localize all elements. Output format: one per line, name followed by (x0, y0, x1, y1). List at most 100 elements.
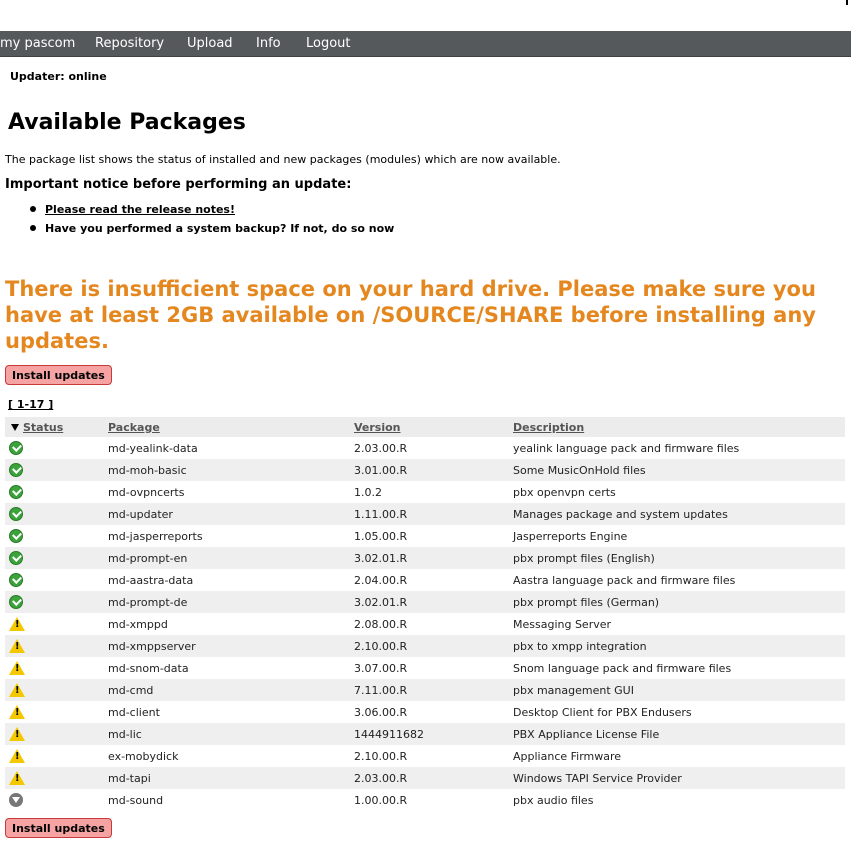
status-cell (5, 657, 108, 679)
install-updates-button-bottom[interactable]: Install updates (5, 818, 112, 838)
installed-icon (9, 485, 23, 499)
version-cell: 3.01.00.R (354, 459, 513, 481)
update-warning-icon (9, 749, 25, 763)
package-cell: md-client (108, 705, 160, 719)
installed-icon (9, 441, 23, 455)
version-cell: 3.07.00.R (354, 661, 408, 675)
version-cell: 1.0.2 (354, 485, 382, 499)
download-icon (9, 793, 23, 807)
package-cell: md-jasperreports (108, 529, 203, 543)
update-warning-icon (9, 771, 25, 785)
table-row: md-prompt-de 3.02.01.R pbx prompt files (G… (5, 591, 845, 613)
version-cell: 3.02.01.R (354, 591, 513, 613)
status-cell (5, 459, 108, 481)
description-column-header[interactable]: Description (513, 417, 845, 437)
version-cell: 2.03.00.R (354, 767, 513, 789)
package-cell: md-cmd (108, 679, 354, 701)
installed-icon (9, 551, 23, 565)
version-cell: 2.10.00.R (354, 749, 408, 763)
table-row: md-client 3.06.00.R Desktop Client for PBX… (5, 701, 845, 723)
table-row: md-jasperreports 1.05.00.R Jasperreports E… (5, 525, 845, 547)
update-warning-icon (9, 639, 25, 653)
version-cell: 2.08.00.R (354, 617, 408, 631)
table-row: md-snom-data 3.07.00.R Snom language pack … (5, 657, 845, 679)
version-cell: 1444911682 (354, 723, 513, 745)
package-cell: md-snom-data (108, 661, 189, 675)
update-warning-icon (9, 661, 25, 675)
package-cell: md-tapi (108, 767, 354, 789)
status-cell (5, 635, 108, 657)
top-edge-mark (846, 0, 848, 5)
update-warning-icon (9, 727, 25, 741)
status-cell (5, 789, 108, 811)
version-cell: 1.11.00.R (354, 503, 513, 525)
version-cell: 3.02.01.R (354, 547, 513, 569)
nav-item-upload[interactable]: Upload (187, 36, 233, 51)
version-cell: 2.10.00.R (354, 635, 513, 657)
status-cell (5, 679, 108, 701)
status-cell (5, 723, 108, 745)
nav-item-info[interactable]: Info (256, 36, 281, 51)
packages-table: Status Package Version Description md-ye… (5, 417, 845, 811)
description-cell: pbx audio files (513, 793, 594, 807)
table-row: md-aastra-data 2.04.00.R Aastra language p… (5, 569, 845, 591)
table-row: md-tapi2.03.00.RWindows TAPI Service Pro… (5, 767, 845, 789)
status-cell (5, 701, 108, 723)
installed-icon (9, 463, 23, 477)
description-cell: Some MusicOnHold files (513, 459, 845, 481)
status-cell (5, 591, 108, 613)
table-row: md-ovpncerts 1.0.2 pbx openvpn certs (5, 481, 845, 503)
status-cell (5, 481, 108, 503)
version-cell: 2.03.00.R (354, 441, 408, 455)
table-row: md-xmppserver2.10.00.Rpbx to xmpp integr… (5, 635, 845, 657)
table-row: md-sound 1.00.00.R pbx audio files (5, 789, 845, 811)
notice-item-backup: Have you performed a system backup? If n… (30, 221, 394, 240)
description-cell: pbx management GUI (513, 679, 845, 701)
status-cell (5, 503, 108, 525)
description-cell: pbx prompt files (English) (513, 547, 845, 569)
notice-item-release-notes: Please read the release notes! (30, 202, 394, 221)
package-cell: md-moh-basic (108, 459, 354, 481)
description-cell: PBX Appliance License File (513, 723, 845, 745)
top-navigation-bar: my pascom Repository Upload Info Logout (0, 31, 851, 57)
package-cell: md-lic (108, 723, 354, 745)
table-row: md-updater 1.11.00.R Manages package and s… (5, 503, 845, 525)
package-cell: md-updater (108, 503, 354, 525)
description-cell: yealink language pack and firmware files (513, 441, 740, 455)
release-notes-link[interactable]: Please read the release notes! (45, 203, 235, 216)
version-cell: 1.00.00.R (354, 793, 408, 807)
installed-icon (9, 529, 23, 543)
status-cell (5, 745, 108, 767)
table-row: md-cmd7.11.00.Rpbx management GUI (5, 679, 845, 701)
description-cell: Jasperreports Engine (513, 529, 628, 543)
status-cell (5, 569, 108, 591)
nav-item-my-pascom[interactable]: my pascom (0, 36, 75, 51)
description-cell: pbx prompt files (German) (513, 591, 845, 613)
description-cell: Snom language pack and firmware files (513, 661, 732, 675)
update-warning-icon (9, 683, 25, 697)
package-cell: md-aastra-data (108, 573, 194, 587)
package-cell: md-xmppserver (108, 635, 354, 657)
status-cell (5, 767, 108, 789)
pager-link[interactable]: [ 1-17 ] (8, 398, 53, 411)
installed-icon (9, 595, 23, 609)
nav-item-logout[interactable]: Logout (306, 36, 351, 51)
packages-table-body: md-yealink-data 2.03.00.R yealink language… (5, 437, 845, 811)
status-column-header[interactable]: Status (5, 417, 108, 437)
package-column-header[interactable]: Package (108, 417, 354, 437)
package-cell: md-xmppd (108, 617, 168, 631)
version-cell: 3.06.00.R (354, 705, 408, 719)
install-updates-button-top[interactable]: Install updates (5, 365, 112, 385)
table-header-row: Status Package Version Description (5, 417, 845, 437)
package-cell: ex-mobydick (108, 749, 179, 763)
table-row: ex-mobydick 2.10.00.R Appliance Firmware (5, 745, 845, 767)
description-cell: Desktop Client for PBX Endusers (513, 705, 692, 719)
version-column-header[interactable]: Version (354, 417, 513, 437)
status-cell (5, 437, 108, 459)
update-warning-icon (9, 617, 25, 631)
table-row: md-lic1444911682PBX Appliance License Fi… (5, 723, 845, 745)
description-cell: Appliance Firmware (513, 749, 622, 763)
nav-item-repository[interactable]: Repository (95, 36, 164, 51)
sort-desc-icon (11, 424, 19, 431)
status-cell (5, 525, 108, 547)
